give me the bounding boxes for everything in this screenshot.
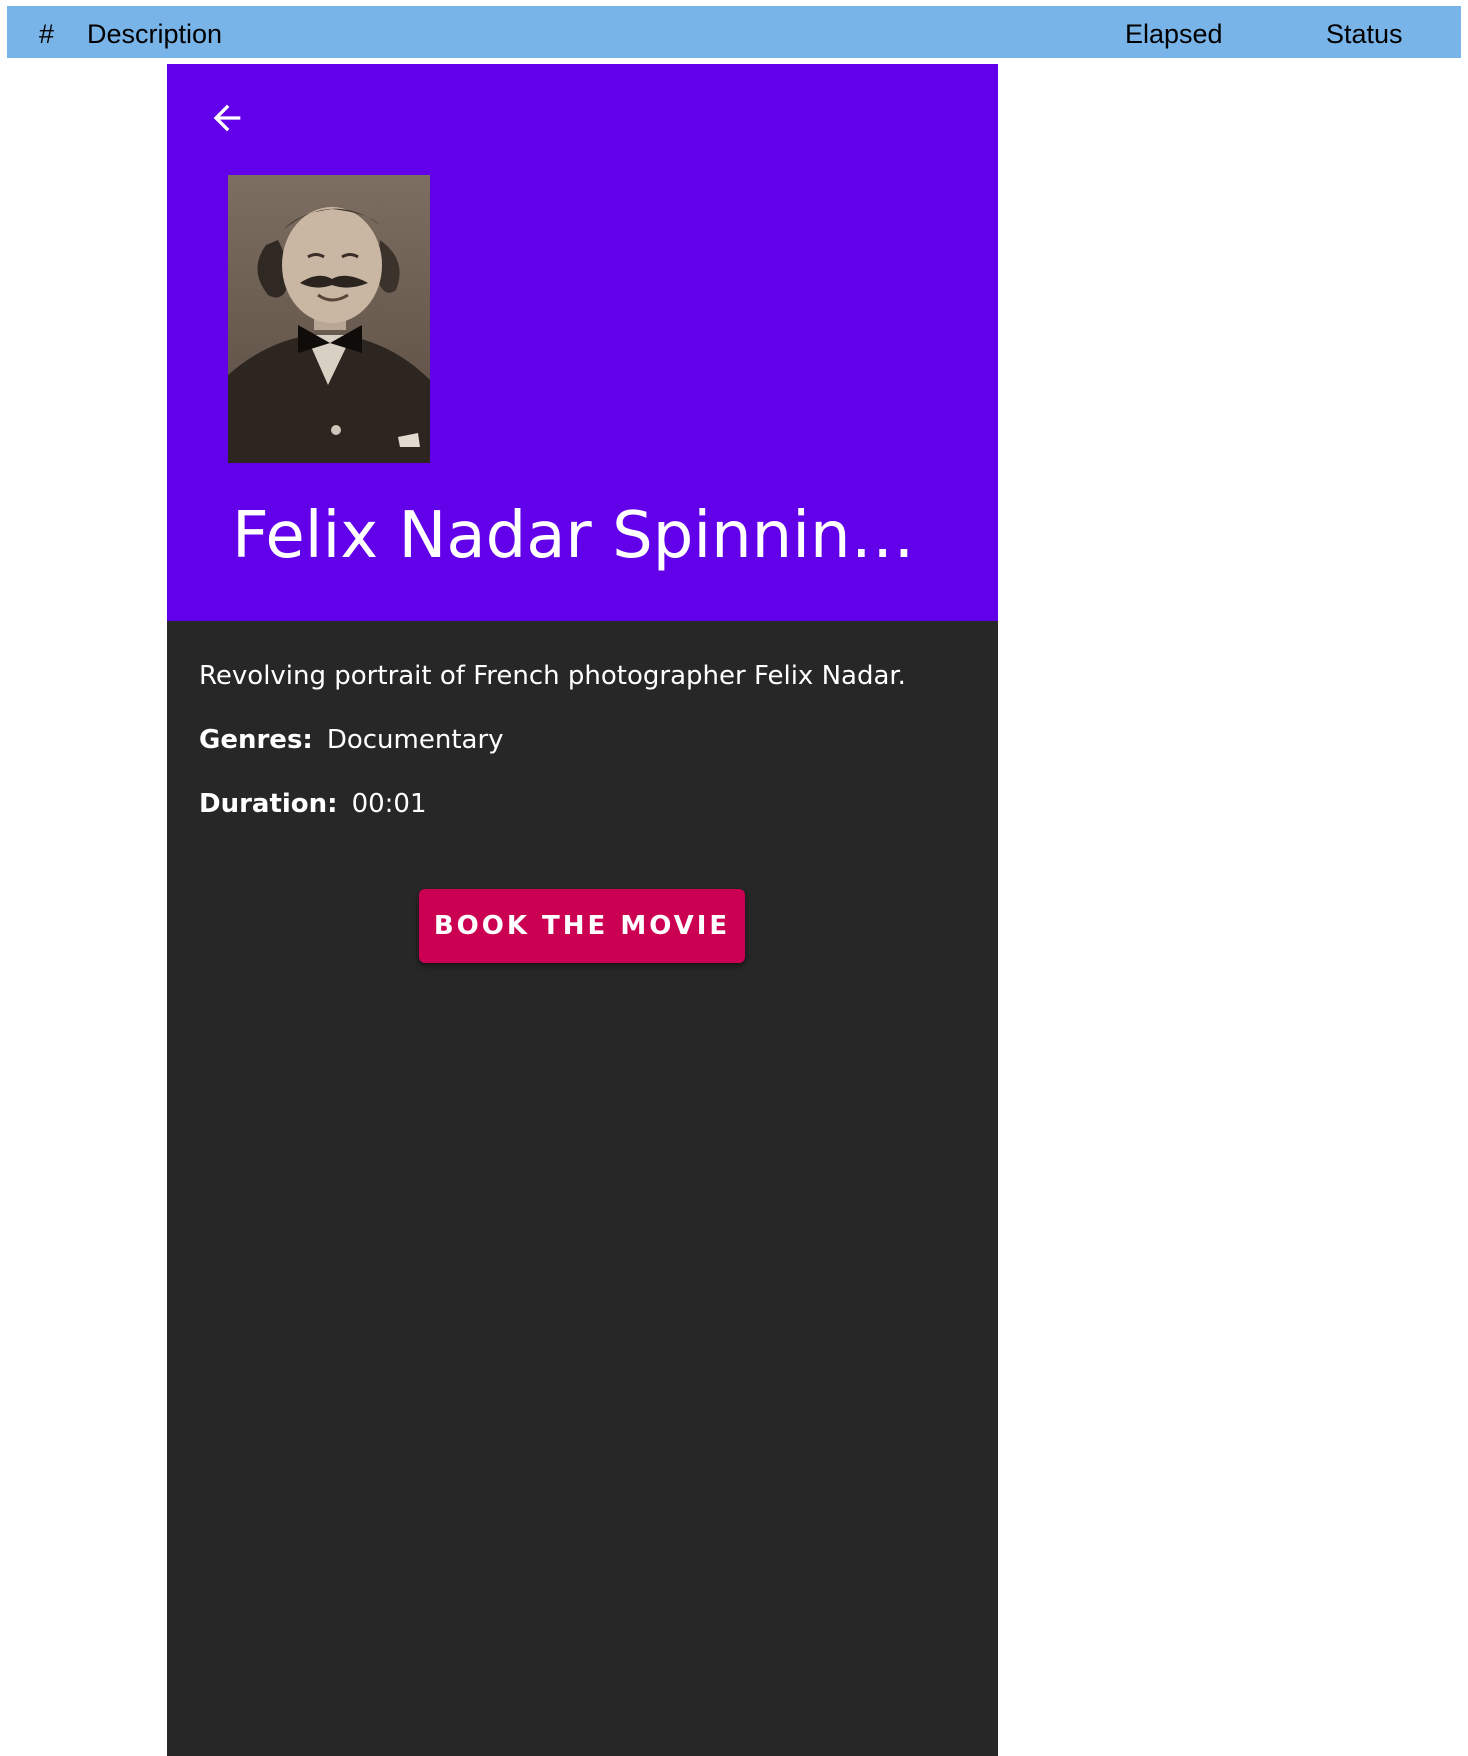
movie-poster-image: [228, 175, 430, 463]
column-header-description: Description: [87, 19, 223, 49]
duration-label: Duration:: [199, 789, 338, 819]
arrow-back-icon: [213, 104, 241, 132]
back-button[interactable]: [197, 88, 257, 148]
book-movie-button[interactable]: BOOK THE MOVIE: [419, 889, 745, 963]
column-header-elapsed: Elapsed: [1125, 19, 1223, 49]
column-header-status: Status: [1326, 19, 1403, 49]
genres-value: Documentary: [326, 725, 504, 755]
duration-value: 00:01: [351, 789, 427, 819]
column-header-number: #: [39, 19, 55, 49]
movie-header: Felix Nadar Spinning…: [167, 64, 998, 621]
genres-label: Genres:: [199, 725, 313, 755]
duration-row: Duration: 00:01: [199, 787, 427, 821]
movie-title: Felix Nadar Spinning…: [232, 499, 952, 573]
genres-row: Genres: Documentary: [199, 723, 504, 757]
app-screen: Felix Nadar Spinning… Revolving portrait…: [167, 64, 998, 1756]
portrait-image: [228, 175, 430, 463]
movie-description: Revolving portrait of French photographe…: [199, 661, 906, 691]
table-header: # Description Elapsed Status: [7, 6, 1461, 58]
